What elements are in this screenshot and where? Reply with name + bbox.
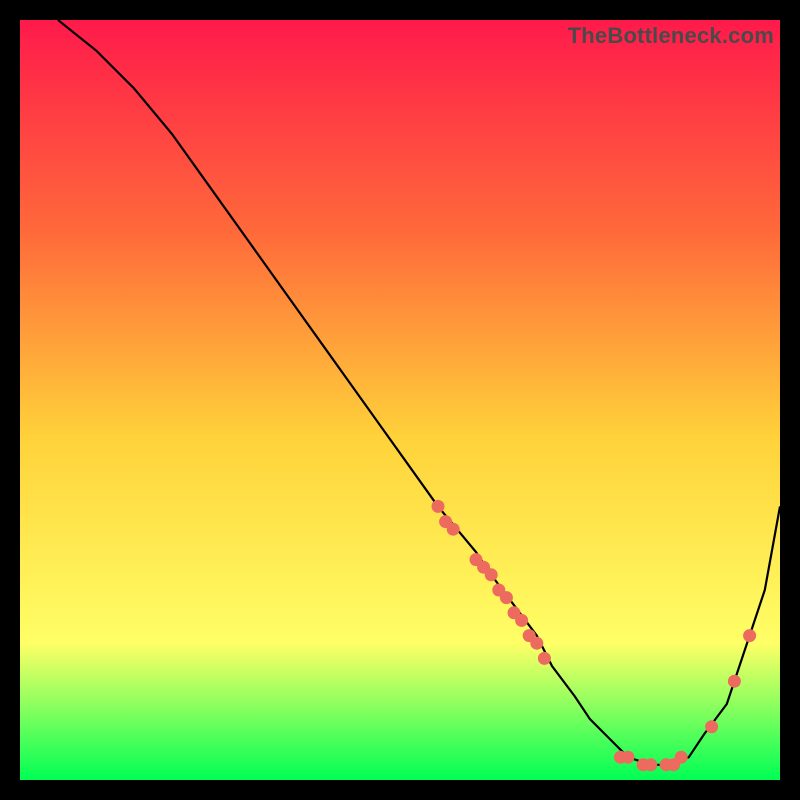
- gradient-background: [20, 20, 780, 780]
- data-point-dot: [530, 637, 543, 650]
- data-point-dot: [515, 614, 528, 627]
- data-point-dot: [538, 652, 551, 665]
- data-point-dot: [705, 720, 718, 733]
- chart-svg: [20, 20, 780, 780]
- data-point-dot: [432, 500, 445, 513]
- watermark-text: TheBottleneck.com: [568, 23, 774, 49]
- data-point-dot: [447, 523, 460, 536]
- data-point-dot: [500, 591, 513, 604]
- data-point-dot: [622, 751, 635, 764]
- data-point-dot: [644, 758, 657, 771]
- data-point-dot: [675, 751, 688, 764]
- chart-frame: TheBottleneck.com: [20, 20, 780, 780]
- data-point-dot: [743, 629, 756, 642]
- data-point-dot: [728, 675, 741, 688]
- data-point-dot: [485, 568, 498, 581]
